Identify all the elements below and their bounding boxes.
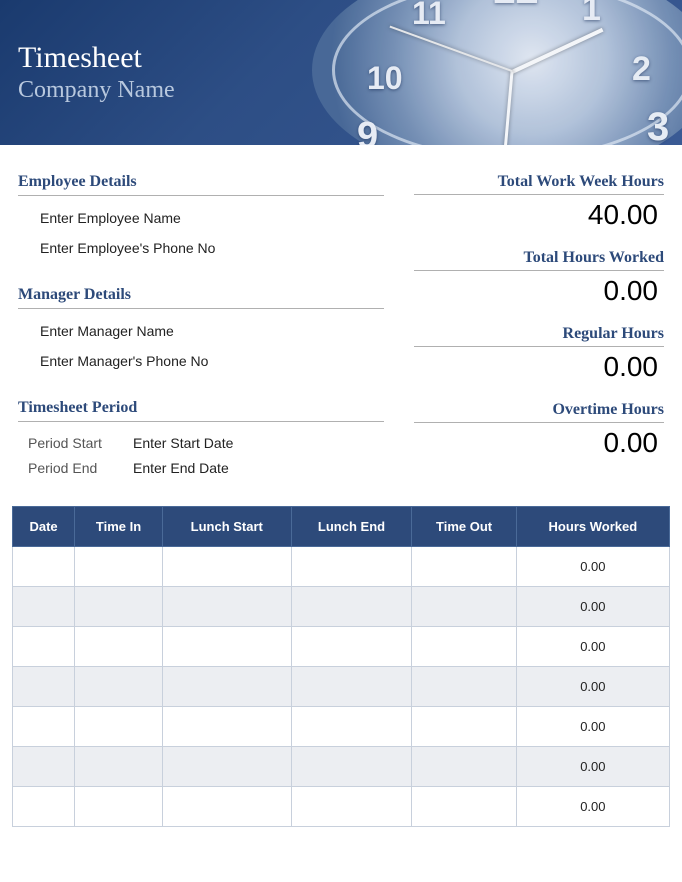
cell-time_out[interactable] (412, 627, 516, 667)
col-time-out: Time Out (412, 507, 516, 547)
col-hours-worked: Hours Worked (516, 507, 669, 547)
cell-time_out[interactable] (412, 587, 516, 627)
cell-time_out[interactable] (412, 707, 516, 747)
company-name: Company Name (18, 77, 175, 104)
cell-date[interactable] (13, 707, 75, 747)
manager-phone-field[interactable]: Enter Manager's Phone No (18, 349, 384, 379)
cell-lunch_start[interactable] (163, 667, 292, 707)
cell-lunch_end[interactable] (291, 787, 412, 827)
cell-lunch_end[interactable] (291, 707, 412, 747)
cell-date[interactable] (13, 787, 75, 827)
overtime-hours-value: 0.00 (414, 423, 664, 477)
col-lunch-start: Lunch Start (163, 507, 292, 547)
cell-date[interactable] (13, 627, 75, 667)
period-start-field[interactable]: Enter Start Date (133, 435, 233, 451)
total-worked-label: Total Hours Worked (414, 249, 664, 271)
col-date: Date (13, 507, 75, 547)
col-time-in: Time In (75, 507, 163, 547)
regular-hours-label: Regular Hours (414, 325, 664, 347)
cell-time_in[interactable] (75, 547, 163, 587)
cell-hours: 0.00 (516, 627, 669, 667)
cell-lunch_end[interactable] (291, 587, 412, 627)
table-row: 0.00 (13, 707, 670, 747)
cell-date[interactable] (13, 747, 75, 787)
manager-section-heading: Manager Details (18, 286, 384, 309)
cell-hours: 0.00 (516, 707, 669, 747)
cell-date[interactable] (13, 667, 75, 707)
cell-time_in[interactable] (75, 667, 163, 707)
cell-time_in[interactable] (75, 707, 163, 747)
table-row: 0.00 (13, 547, 670, 587)
total-week-value: 40.00 (414, 195, 664, 249)
employee-phone-field[interactable]: Enter Employee's Phone No (18, 236, 384, 266)
cell-lunch_start[interactable] (163, 707, 292, 747)
cell-lunch_start[interactable] (163, 547, 292, 587)
employee-name-field[interactable]: Enter Employee Name (18, 206, 384, 236)
cell-lunch_start[interactable] (163, 747, 292, 787)
cell-lunch_start[interactable] (163, 587, 292, 627)
total-worked-value: 0.00 (414, 271, 664, 325)
table-row: 0.00 (13, 667, 670, 707)
cell-time_out[interactable] (412, 787, 516, 827)
cell-lunch_end[interactable] (291, 547, 412, 587)
total-week-label: Total Work Week Hours (414, 173, 664, 195)
period-start-label: Period Start (28, 435, 133, 451)
cell-lunch_start[interactable] (163, 627, 292, 667)
timesheet-table: Date Time In Lunch Start Lunch End Time … (12, 506, 670, 827)
cell-hours: 0.00 (516, 747, 669, 787)
cell-lunch_start[interactable] (163, 787, 292, 827)
table-row: 0.00 (13, 787, 670, 827)
clock-illustration: 12 1 2 3 11 10 9 (312, 0, 682, 145)
period-end-field[interactable]: Enter End Date (133, 460, 229, 476)
cell-date[interactable] (13, 547, 75, 587)
overtime-hours-label: Overtime Hours (414, 401, 664, 423)
document-header: 12 1 2 3 11 10 9 Timesheet Company Name (0, 0, 682, 145)
cell-lunch_end[interactable] (291, 627, 412, 667)
cell-hours: 0.00 (516, 547, 669, 587)
manager-name-field[interactable]: Enter Manager Name (18, 319, 384, 349)
cell-time_in[interactable] (75, 747, 163, 787)
employee-section-heading: Employee Details (18, 173, 384, 196)
col-lunch-end: Lunch End (291, 507, 412, 547)
cell-time_out[interactable] (412, 667, 516, 707)
cell-lunch_end[interactable] (291, 747, 412, 787)
cell-date[interactable] (13, 587, 75, 627)
cell-time_in[interactable] (75, 787, 163, 827)
period-end-label: Period End (28, 460, 133, 476)
cell-lunch_end[interactable] (291, 667, 412, 707)
cell-hours: 0.00 (516, 787, 669, 827)
cell-hours: 0.00 (516, 587, 669, 627)
document-title: Timesheet (18, 41, 175, 75)
table-row: 0.00 (13, 627, 670, 667)
table-row: 0.00 (13, 747, 670, 787)
table-row: 0.00 (13, 587, 670, 627)
cell-time_out[interactable] (412, 547, 516, 587)
cell-time_in[interactable] (75, 627, 163, 667)
regular-hours-value: 0.00 (414, 347, 664, 401)
cell-time_in[interactable] (75, 587, 163, 627)
cell-hours: 0.00 (516, 667, 669, 707)
period-section-heading: Timesheet Period (18, 399, 384, 422)
cell-time_out[interactable] (412, 747, 516, 787)
